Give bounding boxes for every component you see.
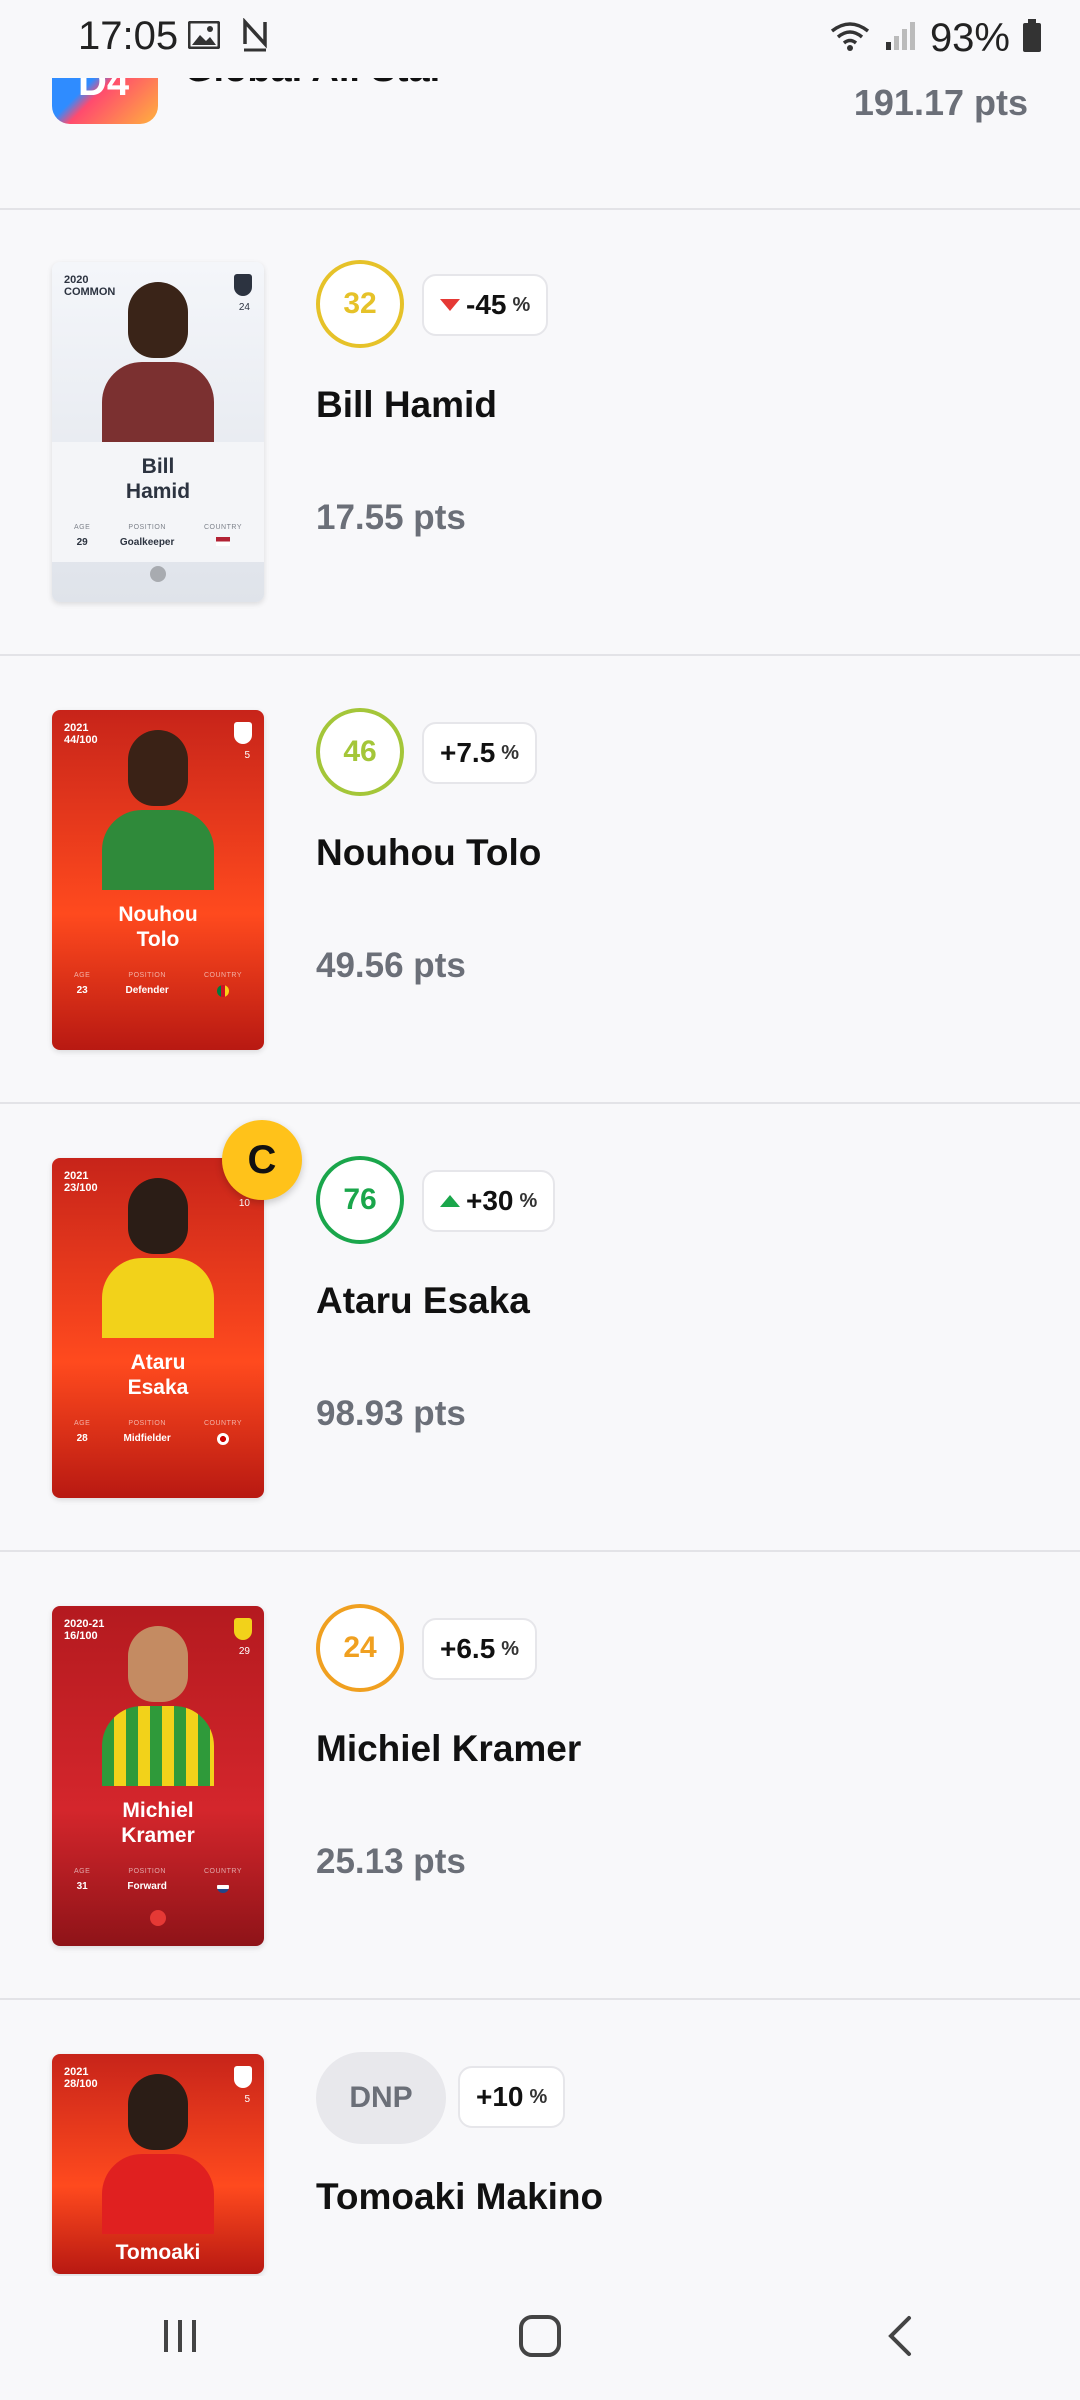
image-icon [187, 20, 221, 54]
player-row[interactable]: 2020 COMMON 24 Bill Hamid AGE 29 POSITION Go… [0, 208, 1080, 656]
flag-icon [216, 1433, 229, 1445]
player-row[interactable]: 2021 44/100 5 Nouhou Tolo AGE 23 POSITION De… [0, 656, 1080, 1104]
card-player-name: Ataru Esaka [127, 1351, 189, 1399]
player-card[interactable]: 2020-21 16/100 29 Michiel Kramer AGE 31 POS… [52, 1606, 264, 1946]
player-card[interactable]: 2020 COMMON 24 Bill Hamid AGE 29 POSITION Go… [52, 262, 264, 602]
player-points: 49.56 pts [316, 946, 466, 985]
score-circle: 24 [316, 1604, 404, 1692]
system-nav-bar [0, 2276, 1080, 2400]
player-name: Bill Hamid [316, 384, 497, 425]
player-photo [102, 282, 214, 442]
card-player-name: Nouhou Tolo [118, 903, 198, 951]
score-circle: 76 [316, 1156, 404, 1244]
battery-percent: 93% [929, 16, 1010, 60]
back-button[interactable] [840, 2288, 960, 2388]
back-icon [885, 2314, 915, 2363]
player-card[interactable]: 2021 44/100 5 Nouhou Tolo AGE 23 POSITION De… [52, 710, 264, 1050]
club-crest-icon [234, 274, 252, 296]
player-points: 17.55 pts [316, 498, 466, 537]
recent-apps-icon [160, 2316, 200, 2361]
ball-icon [150, 566, 166, 582]
player-name: Ataru Esaka [316, 1280, 530, 1321]
card-player-name: Tomoaki [115, 2241, 201, 2264]
arrow-down-icon [440, 299, 460, 311]
player-points: 25.13 pts [316, 1842, 466, 1881]
flag-icon [215, 537, 230, 546]
flag-icon [216, 1881, 229, 1893]
status-time: 17:05 [78, 14, 179, 58]
club-crest-icon [234, 722, 252, 744]
score-circle: 32 [316, 260, 404, 348]
club-crest-icon [234, 2066, 252, 2088]
delta-badge: +6.5% [422, 1618, 538, 1680]
player-card[interactable]: 2021 28/100 5 Tomoaki [52, 2054, 264, 2274]
player-photo [102, 1626, 214, 1786]
home-button[interactable] [480, 2288, 600, 2388]
home-icon [518, 2314, 562, 2363]
score-circle: 46 [316, 708, 404, 796]
n-notification-icon [242, 17, 268, 57]
player-card[interactable]: 2021 23/100 10 Ataru Esaka AGE 28 POSITION M… [52, 1158, 264, 1498]
player-row[interactable]: 2020-21 16/100 29 Michiel Kramer AGE 31 POS… [0, 1552, 1080, 2000]
arrow-up-icon [440, 1195, 460, 1207]
flag-icon [216, 985, 229, 997]
player-name: Nouhou Tolo [316, 832, 542, 873]
captain-badge: C [222, 1120, 302, 1200]
player-photo [102, 1178, 214, 1338]
card-player-name: Bill Hamid [125, 455, 191, 503]
player-name: Tomoaki Makino [316, 2176, 604, 2217]
delta-badge: +30% [422, 1170, 556, 1232]
signal-icon [884, 20, 918, 57]
player-row[interactable]: C 2021 23/100 10 Ataru Esaka AGE 28 POSITIO… [0, 1104, 1080, 1552]
ball-icon [150, 1910, 166, 1926]
player-photo [102, 2074, 214, 2234]
card-player-name: Michiel Kramer [121, 1799, 195, 1847]
player-photo [102, 730, 214, 890]
player-row[interactable]: 2021 28/100 5 Tomoaki DNP +10% Tomoaki Ma… [0, 2000, 1080, 2274]
delta-badge: +10% [458, 2066, 566, 2128]
wifi-icon [828, 19, 872, 58]
club-crest-icon [234, 1618, 252, 1640]
league-total-points: 191.17 pts [853, 82, 1028, 123]
score-dnp-badge: DNP [316, 2052, 446, 2144]
delta-badge: +7.5% [422, 722, 538, 784]
status-bar: 17:05 93% [0, 0, 1080, 78]
recent-apps-button[interactable] [120, 2288, 240, 2388]
player-list: 2020 COMMON 24 Bill Hamid AGE 29 POSITION Go… [0, 208, 1080, 2274]
battery-icon [1022, 19, 1042, 58]
player-points: 98.93 pts [316, 1394, 466, 1433]
delta-badge: -45% [422, 274, 549, 336]
player-name: Michiel Kramer [316, 1728, 582, 1769]
